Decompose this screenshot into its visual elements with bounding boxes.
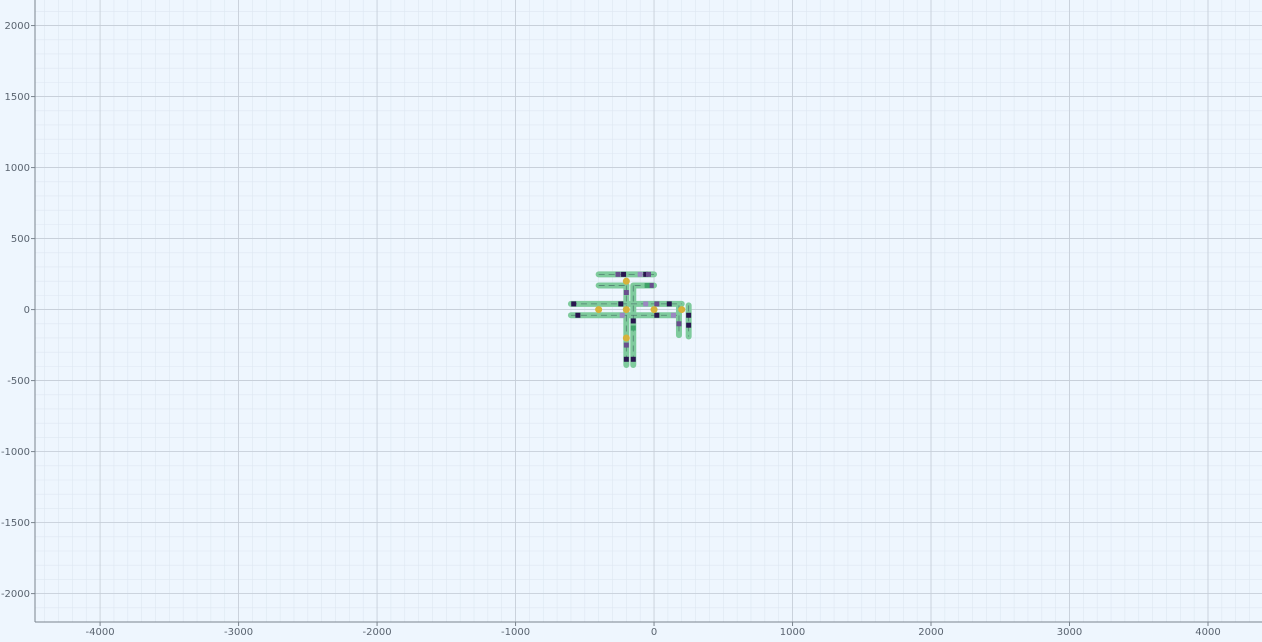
y-tick-label: 2000 [5,21,30,32]
junction-node[interactable] [650,306,658,314]
vehicle-marker[interactable] [666,301,672,307]
major-grid [35,0,1262,622]
x-tick-label: -2000 [363,627,392,638]
vehicle-marker[interactable] [571,301,577,307]
road-network[interactable] [567,271,692,368]
x-axis-ticks: -4000 -3000 -2000 -1000 0 1000 2000 3000 4000 [86,622,1221,638]
junction-node[interactable] [622,306,630,314]
vehicle-marker[interactable] [623,290,629,296]
y-tick-label: -500 [7,376,30,387]
vehicle-marker[interactable] [630,325,636,331]
junction-node[interactable] [678,306,686,314]
vehicle-marker[interactable] [644,282,650,288]
vehicle-marker[interactable] [643,301,649,307]
junction-node[interactable] [595,306,603,314]
y-tick-label: -1000 [1,447,30,458]
junction-node[interactable] [622,277,630,285]
x-tick-label: -4000 [86,627,115,638]
y-tick-label: 1500 [5,92,30,103]
plot-area[interactable]: -4000 -3000 -2000 -1000 0 1000 2000 3000 4000 20… [0,0,1262,642]
x-tick-label: 2000 [918,627,943,638]
y-axis-ticks: 2000 1500 1000 500 0 -500 -1000 -1500 -2000 [1,21,35,600]
axes [34,0,1262,623]
vehicle-marker[interactable] [618,301,624,307]
vehicle-marker[interactable] [670,312,676,318]
vehicle-marker[interactable] [619,312,625,318]
y-tick-label: 1000 [5,163,30,174]
vehicle-marker[interactable] [623,356,629,362]
vehicle-marker[interactable] [615,271,621,277]
minor-grid [35,0,1262,623]
y-tick-label: 500 [11,234,30,245]
junction-node[interactable] [622,334,630,342]
vehicle-marker[interactable] [621,271,627,277]
y-tick-label: -1500 [1,518,30,529]
vehicle-marker[interactable] [630,356,636,362]
y-tick-label: 0 [24,305,30,316]
x-tick-label: -1000 [501,627,530,638]
x-tick-label: 3000 [1057,627,1082,638]
map-viewport[interactable]: -4000 -3000 -2000 -1000 0 1000 2000 3000 4000 20… [0,0,1262,642]
vehicle-marker[interactable] [575,312,581,318]
vehicle-marker[interactable] [637,271,643,277]
x-tick-label: 0 [651,627,657,638]
vehicle-marker[interactable] [623,342,629,348]
vehicle-marker[interactable] [676,321,682,327]
vehicle-marker[interactable] [686,322,692,328]
vehicle-marker[interactable] [686,312,692,318]
vehicle-marker[interactable] [654,301,660,307]
y-tick-label: -2000 [1,589,30,600]
vehicle-marker[interactable] [646,271,651,277]
x-tick-label: 4000 [1195,627,1220,638]
vehicle-marker[interactable] [654,312,660,318]
x-tick-label: -3000 [224,627,253,638]
x-tick-label: 1000 [780,627,805,638]
vehicle-marker[interactable] [630,318,636,324]
